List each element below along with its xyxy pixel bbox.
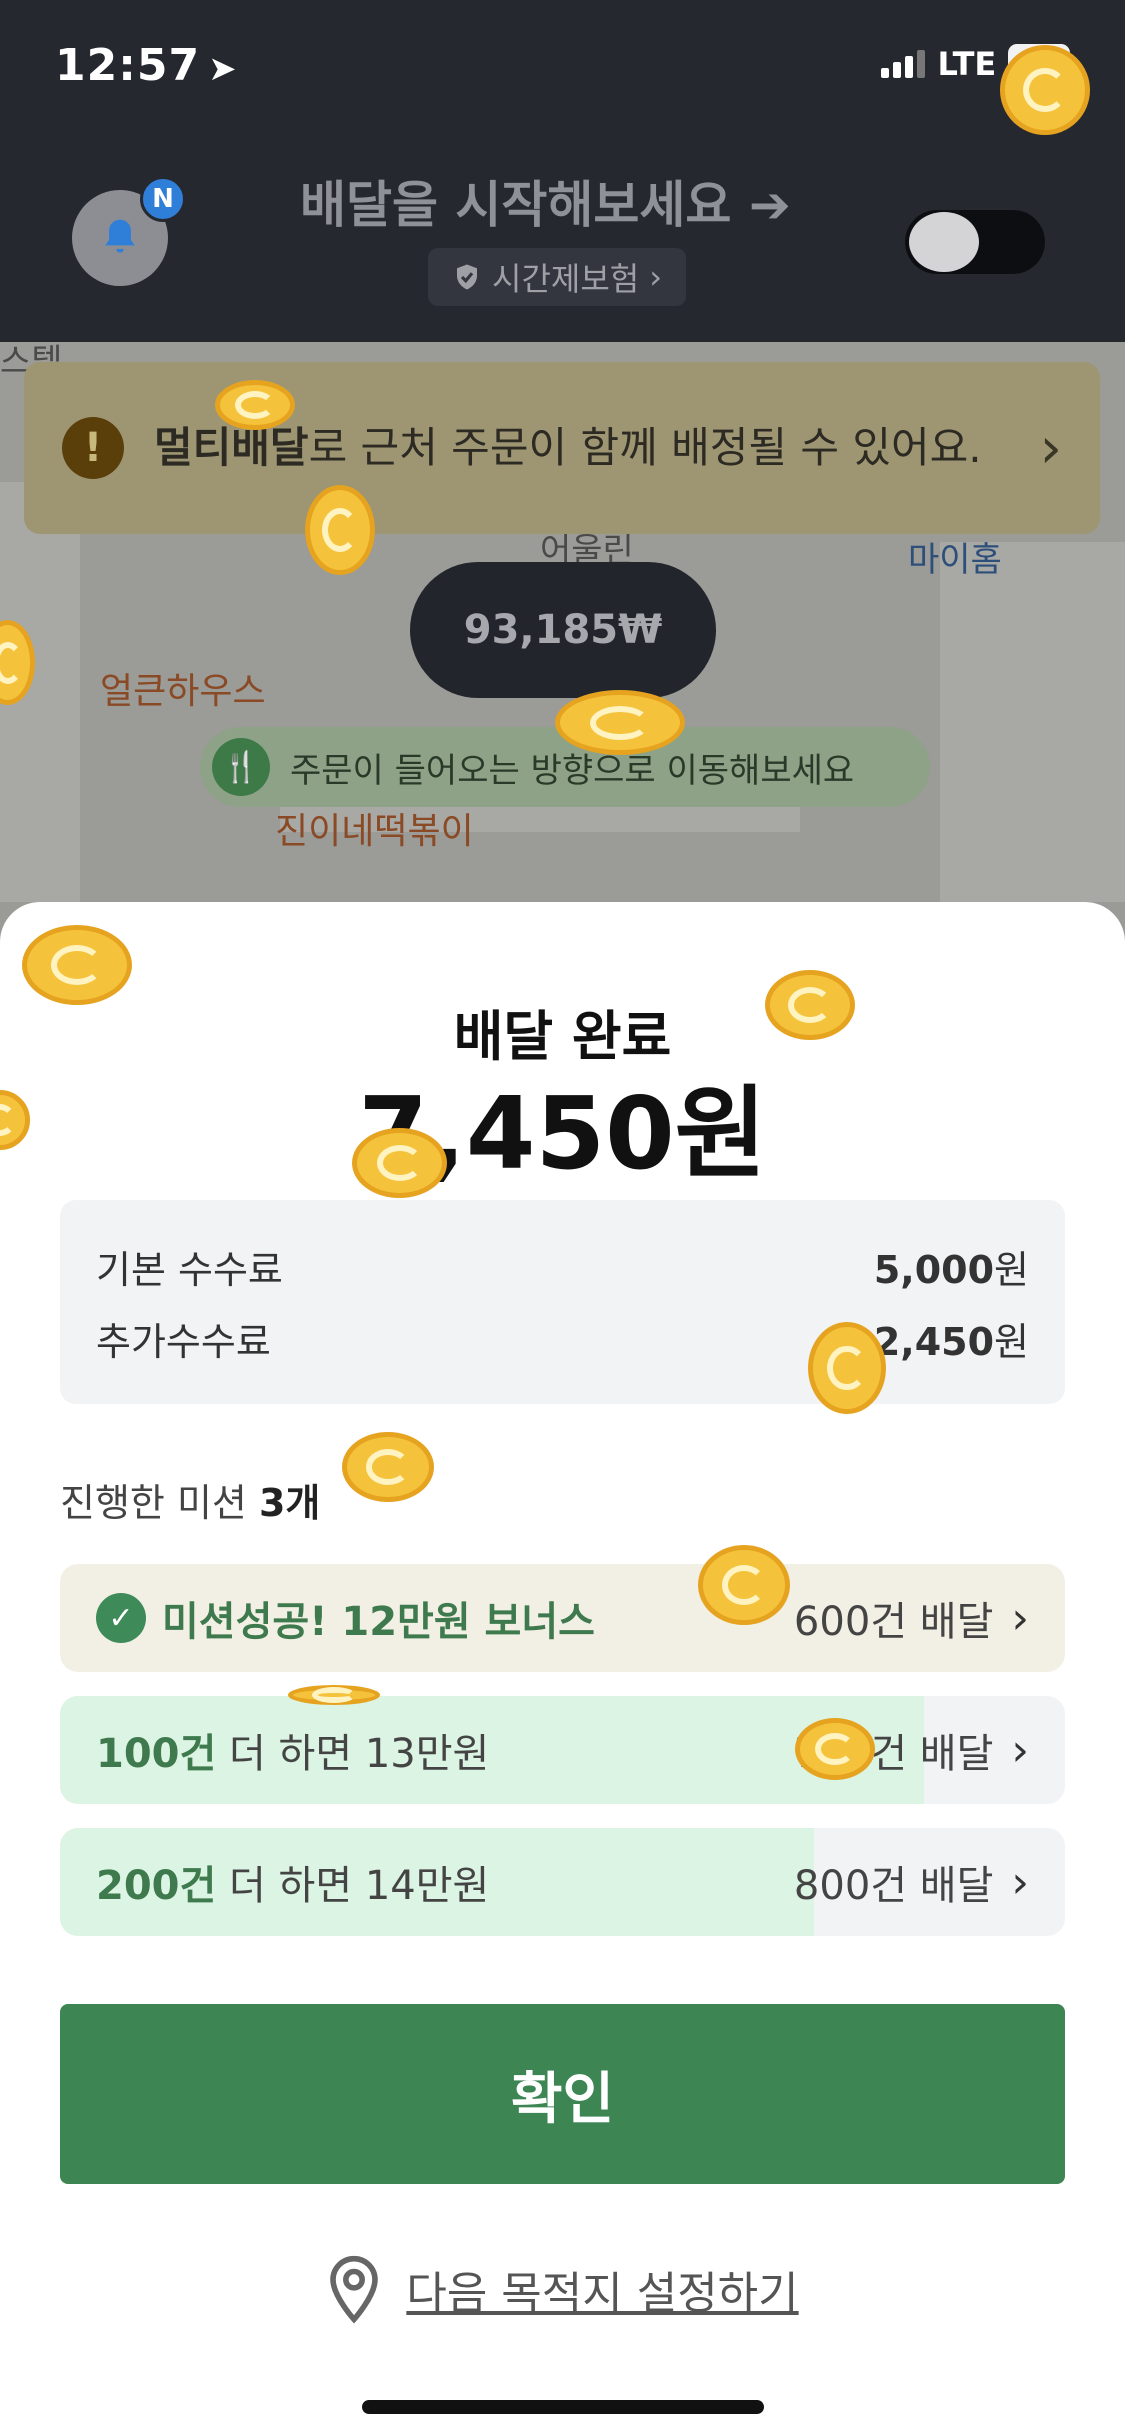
signal-icon xyxy=(881,49,926,78)
multi-delivery-notice[interactable]: ! 멀티배달로 근처 주문이 함께 배정될 수 있어요. › xyxy=(24,362,1100,534)
fee-value: 5,000 xyxy=(873,1247,995,1292)
mission-row[interactable]: ✓ 미션성공! 12만원 보너스 600건 배달 › xyxy=(60,1564,1065,1672)
location-arrow-icon: ➤ xyxy=(208,49,238,89)
fee-unit: 원 xyxy=(994,1247,1029,1292)
earned-amount: 7,450원 xyxy=(358,1075,767,1192)
fee-label: 추가수수료 xyxy=(96,1319,271,1364)
next-destination-link[interactable]: 다음 목적지 설정하기 xyxy=(0,2254,1125,2324)
map-view[interactable]: 마이홈 어울린 오피스텔 얼큰하우스 진이네떡볶이 스텔 ! 멀티배달로 근처 … xyxy=(0,342,1125,902)
next-destination-label: 다음 목적지 설정하기 xyxy=(406,2268,799,2319)
coin-icon xyxy=(352,1128,447,1198)
check-circle-icon: ✓ xyxy=(96,1593,146,1643)
coin-icon xyxy=(1000,45,1090,135)
map-label-jini-tteokbokki: 진이네떡볶이 xyxy=(275,811,474,852)
confirm-button[interactable]: 확인 xyxy=(60,2004,1065,2184)
chevron-right-icon: › xyxy=(649,258,662,296)
network-type: LTE xyxy=(937,44,997,83)
missions-label: 진행한 미션 3개 xyxy=(60,1481,321,1525)
missions-count: 3개 xyxy=(258,1481,321,1525)
direction-text: 주문이 들어오는 방향으로 이동해보세요 xyxy=(290,750,855,791)
fee-unit: 원 xyxy=(994,1319,1029,1364)
coin-icon xyxy=(305,485,375,575)
restaurant-icon: 🍴 xyxy=(212,738,270,796)
chevron-right-icon: › xyxy=(1011,1724,1029,1776)
notification-badge: N xyxy=(140,176,186,222)
notice-bold: 멀티배달 xyxy=(154,423,309,472)
map-label-mihome: 마이홈 xyxy=(908,540,1002,580)
fee-breakdown: 기본 수수료 5,000원 추가수수료 2,450원 xyxy=(60,1200,1065,1404)
insurance-button[interactable]: 시간제보험 › xyxy=(428,248,686,306)
earnings-pill[interactable]: 93,185₩ xyxy=(410,562,716,698)
home-indicator[interactable] xyxy=(362,2400,764,2414)
mission-bold: 미션성공! 12만원 보너스 xyxy=(162,1599,595,1645)
toggle-knob xyxy=(909,212,979,272)
delivery-toggle[interactable] xyxy=(905,210,1045,274)
mission-rest: 더 하면 13만원 xyxy=(216,1731,490,1777)
status-time: 12:57 xyxy=(55,40,201,91)
coin-icon xyxy=(765,970,855,1040)
warning-icon: ! xyxy=(62,417,124,479)
chevron-right-icon: › xyxy=(1011,1592,1029,1644)
bell-icon xyxy=(105,219,135,253)
shield-icon xyxy=(457,264,477,290)
coin-icon xyxy=(698,1545,790,1625)
mission-row[interactable]: 100건 더 하면 13만원 700건 배달 › xyxy=(60,1696,1065,1804)
coin-icon xyxy=(288,1685,380,1705)
delivery-complete-sheet: 배달 완료 7,450원 기본 수수료 5,000원 추가수수료 2,450원 … xyxy=(0,902,1125,2436)
map-label-eolkeun-house: 얼큰하우스 xyxy=(100,671,266,712)
chevron-right-icon: › xyxy=(1011,1856,1029,1908)
coin-icon xyxy=(555,690,685,755)
top-bar: 12:57➤ LTE 13 N 배달을 시작해보세요 ➔ 시간제보험 › xyxy=(0,0,1125,342)
mission-bold: 100건 xyxy=(96,1731,217,1777)
notice-text: 로 근처 주문이 함께 배정될 수 있어요. xyxy=(308,423,982,472)
mission-target: 600건 배달 xyxy=(793,1599,994,1645)
status-bar: 12:57➤ LTE 13 xyxy=(55,40,1070,100)
mission-row[interactable]: 200건 더 하면 14만원 800건 배달 › xyxy=(60,1828,1065,1936)
coin-icon xyxy=(215,380,295,430)
fee-label: 기본 수수료 xyxy=(96,1247,283,1292)
coin-icon xyxy=(795,1718,875,1780)
road xyxy=(940,542,1125,902)
start-delivery-title[interactable]: 배달을 시작해보세요 ➔ xyxy=(300,165,791,237)
coin-icon xyxy=(808,1322,886,1414)
mission-target: 800건 배달 xyxy=(793,1863,994,1909)
notification-button[interactable]: N xyxy=(72,176,186,286)
insurance-label: 시간제보험 xyxy=(492,260,640,298)
coin-icon xyxy=(342,1432,434,1502)
mission-rest: 더 하면 14만원 xyxy=(216,1863,490,1909)
mission-bold: 200건 xyxy=(96,1863,217,1909)
fee-row: 추가수수료 2,450원 xyxy=(96,1302,1029,1374)
location-pin-icon xyxy=(330,2255,379,2324)
coin-icon xyxy=(22,925,132,1005)
fee-row: 기본 수수료 5,000원 xyxy=(96,1230,1029,1302)
chevron-right-icon: › xyxy=(1039,415,1062,481)
fee-value: 2,450 xyxy=(873,1319,995,1364)
